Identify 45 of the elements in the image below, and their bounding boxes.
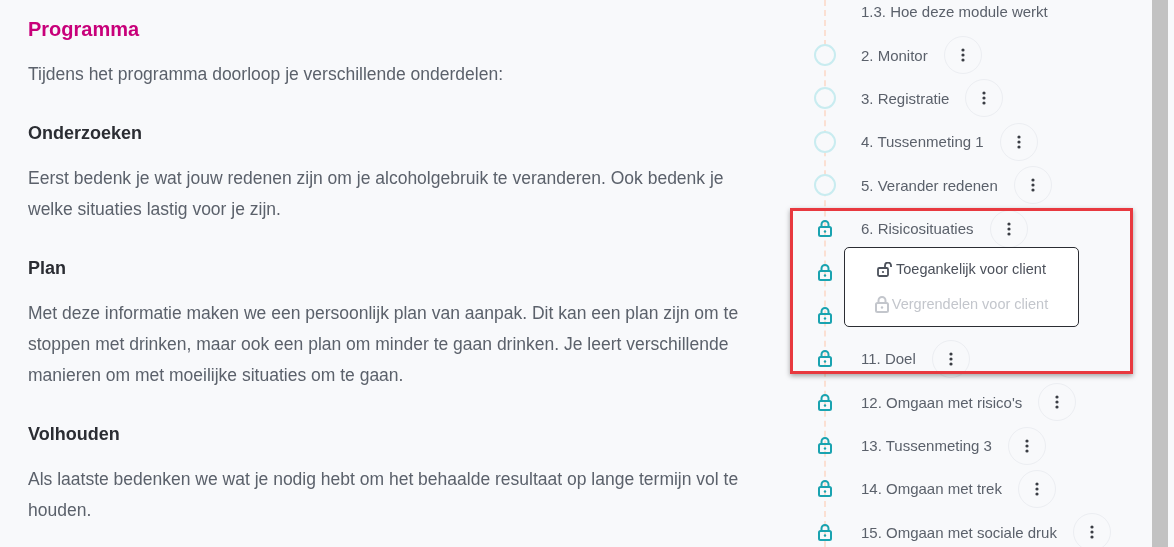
lock-icon [818, 437, 832, 455]
page-title: Programma [28, 17, 141, 42]
lock-icon [818, 480, 832, 498]
more-icon [1089, 525, 1094, 540]
module-item[interactable]: 5. Verander redenen [861, 176, 998, 194]
more-icon [1030, 178, 1035, 193]
section-text: Eerst bedenk je wat jouw redenen zijn om je alcoholgebruik te veranderen. Ook bedenk je welke situaties lastig voor je zijn. [28, 167, 725, 221]
module-item[interactable]: 3. Registratie [861, 89, 950, 107]
module-item[interactable]: 15. Omgaan met sociale druk [861, 523, 1057, 541]
module-item[interactable]: 14. Omgaan met trek [861, 480, 1002, 498]
more-icon [982, 91, 987, 106]
lock-icon [818, 393, 832, 411]
status-circle-icon [814, 130, 836, 153]
module-item[interactable]: 1.3. Hoe deze module werkt [861, 3, 1048, 21]
more-icon [1006, 221, 1011, 236]
module-item[interactable]: 12. Omgaan met risico's [861, 393, 1023, 411]
lock-icon [818, 523, 832, 541]
section-text: Met deze informatie maken we een persoonlijk plan van aanpak. Dit kan een plan zijn om te stoppen met drinken, maar ook een plan om minder te gaan drinken. Je leert verschillende manieren om met moeilijke situaties om te gaan. [28, 302, 740, 387]
module-item[interactable]: 6. Risicosituaties [861, 220, 974, 238]
scrollbar[interactable] [1152, 0, 1168, 547]
more-icon [1016, 134, 1021, 149]
section-heading: Volhouden [28, 423, 121, 446]
lock-icon [818, 220, 832, 238]
unlock-icon [877, 261, 894, 277]
section-heading: Onderzoeken [28, 122, 144, 145]
section-heading: Plan [28, 257, 67, 280]
module-item[interactable]: 13. Tussenmeting 3 [861, 437, 992, 455]
module-item[interactable]: 4. Tussenmeting 1 [861, 133, 984, 151]
lock-icon [818, 263, 832, 281]
more-icon [948, 351, 953, 366]
lock-icon [818, 306, 832, 324]
module-item[interactable]: 11. Doel [861, 350, 916, 368]
status-circle-icon [814, 174, 836, 197]
status-circle-icon [814, 87, 836, 110]
status-circle-icon [814, 44, 836, 67]
intro-text: Tijdens het programma doorloop je verschillende onderdelen: [28, 63, 505, 86]
section-text: Als laatste bedenken we wat je nodig hebt om het behaalde resultaat op lange termijn vol te houden. [28, 468, 740, 522]
more-icon [1034, 482, 1039, 496]
more-icon [1024, 438, 1029, 453]
lock-icon [874, 295, 889, 313]
more-icon [960, 48, 965, 63]
more-icon [1055, 395, 1060, 410]
menu-item[interactable]: Toegankelijk voor client [877, 259, 1046, 280]
module-item[interactable]: 2. Monitor [861, 46, 928, 64]
lock-icon [818, 350, 832, 368]
